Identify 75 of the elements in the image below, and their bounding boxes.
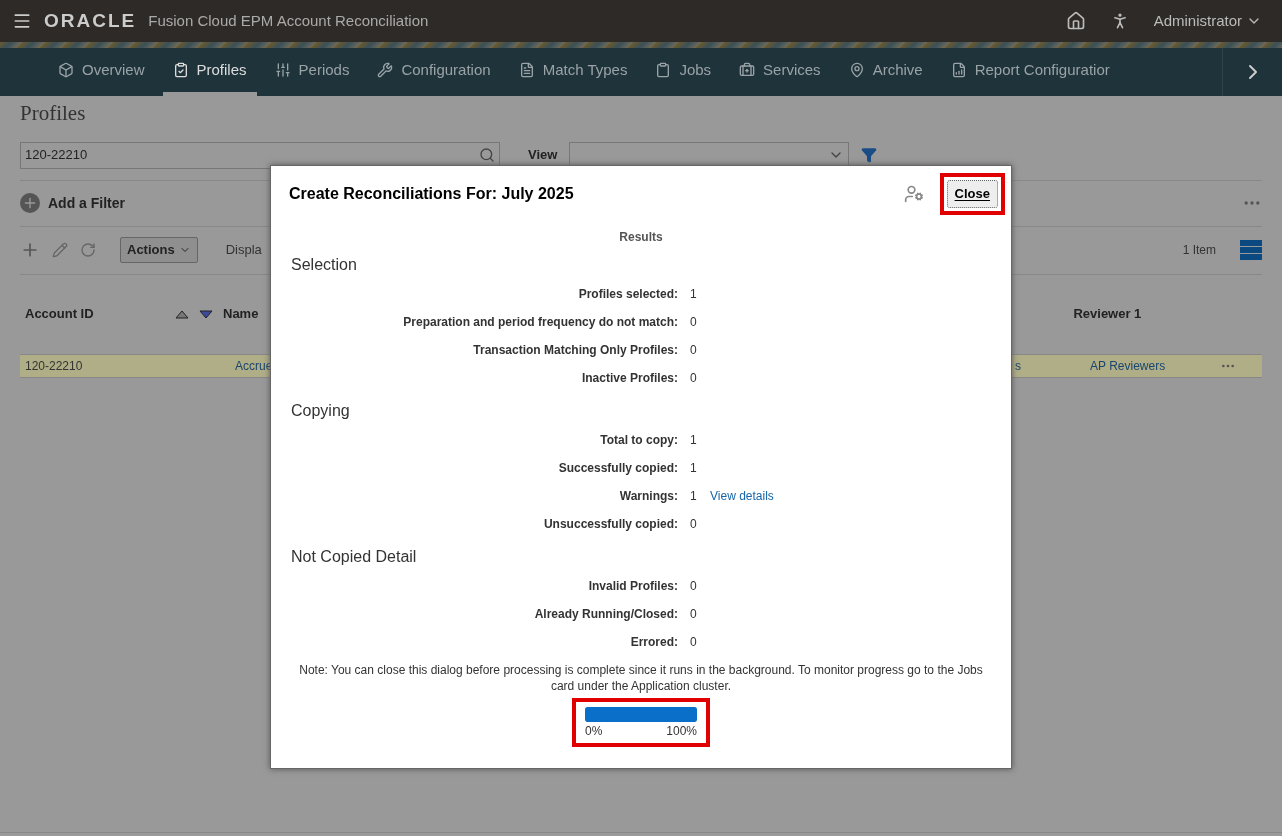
add-filter-link[interactable]: Add a Filter (48, 192, 125, 214)
edit-icon[interactable] (52, 242, 68, 258)
result-value: 0 (690, 606, 698, 623)
result-value: 0 (690, 634, 698, 651)
nav-tab[interactable]: Overview (48, 48, 155, 96)
document-icon (518, 62, 535, 78)
section-heading: Copying (290, 401, 351, 421)
result-label: Invalid Profiles: (587, 578, 678, 595)
report-icon (950, 62, 967, 78)
result-label: Inactive Profiles: (580, 370, 678, 387)
product-name: Fusion Cloud EPM Account Reconciliation (148, 10, 429, 31)
sort-descending-icon[interactable] (199, 309, 213, 319)
pin-icon (848, 62, 865, 78)
close-button[interactable]: Close (946, 180, 998, 208)
nav-tab[interactable]: Profiles (162, 48, 257, 96)
result-label: Errored: (629, 634, 678, 651)
result-value: 1 (690, 460, 698, 477)
table-cell-text: s (1015, 357, 1022, 375)
result-value: 0 (690, 516, 698, 533)
logo: ORACLE (44, 8, 137, 33)
reviewer-link[interactable]: AP Reviewers (1090, 356, 1220, 375)
section-heading: Selection (290, 255, 358, 275)
table-cell-text: 120-22210 (24, 357, 84, 375)
clipboard-icon (172, 62, 189, 78)
display-label: Displa (225, 241, 262, 260)
column-header: Name (223, 305, 259, 324)
user-menu[interactable]: Administrator (1153, 9, 1262, 33)
nav-tab[interactable]: Jobs (645, 48, 722, 96)
view-details-link[interactable]: View details (710, 487, 774, 505)
nav-tab[interactable]: Periods (264, 48, 360, 96)
nav-tab[interactable]: Configuration (367, 48, 501, 96)
sort-ascending-icon[interactable] (175, 309, 189, 319)
search-icon[interactable] (479, 147, 495, 163)
nav-tab[interactable]: Archive (838, 48, 933, 96)
column-header: Account ID (24, 305, 95, 324)
cube-icon (58, 62, 74, 78)
user-settings-icon[interactable] (903, 184, 924, 204)
result-value: 0 (690, 578, 698, 595)
result-label: Warnings: (618, 488, 678, 505)
result-value: 0 (690, 342, 698, 359)
briefcase-icon (739, 62, 756, 78)
actions-button[interactable]: Actions (120, 237, 198, 263)
page-title: Profiles (20, 100, 87, 127)
result-value: 1 (690, 286, 698, 303)
result-label: Successfully copied: (557, 460, 678, 477)
note-text: Note: You can close this dialog before processing is complete since it runs in the background. To monitor progress go to the Jobs card under the Application cluster. (298, 662, 984, 694)
progress-max-label: 100% (666, 724, 697, 738)
nav-tab[interactable]: Match Types (508, 48, 638, 96)
result-label: Preparation and period frequency do not match: (402, 314, 678, 331)
list-view-icon[interactable] (1240, 240, 1262, 260)
nav-tab[interactable]: Report Configuratior (940, 48, 1120, 96)
refresh-icon[interactable] (80, 242, 96, 258)
dialog-title: Create Reconciliations For: July 2025 (289, 184, 575, 204)
result-label: Total to copy: (599, 432, 678, 449)
column-header: Reviewer 1 (1073, 305, 1142, 324)
nav-tab[interactable]: Services (729, 48, 831, 96)
menu-icon[interactable] (12, 11, 32, 31)
clipboard-icon (655, 62, 672, 78)
filter-icon[interactable] (861, 147, 878, 163)
result-value: 0 (690, 314, 698, 331)
result-label: Unsuccessfully copied: (542, 516, 678, 533)
result-value: 0 (690, 370, 698, 387)
results-label: Results (618, 229, 664, 246)
home-icon[interactable] (1065, 11, 1086, 31)
result-label: Already Running/Closed: (533, 606, 678, 623)
result-label: Transaction Matching Only Profiles: (472, 342, 678, 359)
progress-min-label: 0% (585, 724, 603, 738)
view-label: View (528, 146, 558, 165)
sliders-icon (274, 62, 291, 78)
tools-icon (377, 62, 394, 78)
result-value: 1 (690, 488, 698, 505)
result-value: 1 (690, 432, 698, 449)
item-count: 1 Item (1182, 242, 1216, 259)
section-heading: Not Copied Detail (290, 547, 418, 567)
result-label: Profiles selected: (577, 286, 678, 303)
